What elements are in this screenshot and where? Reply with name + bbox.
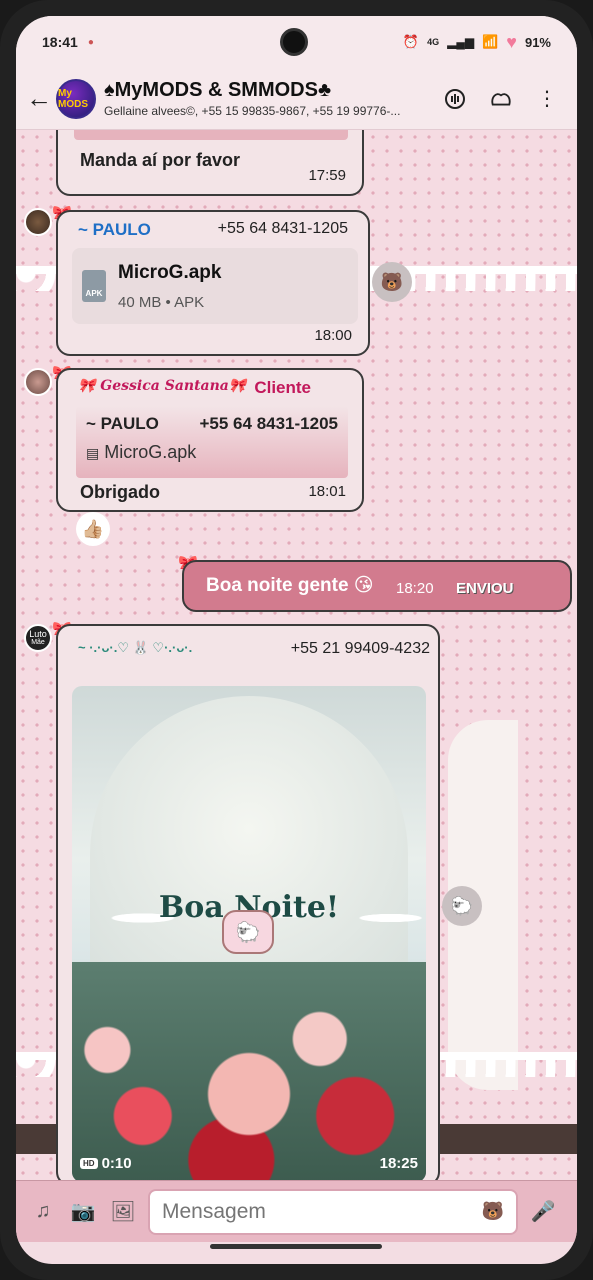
signal-icon: ▂▄▆ — [447, 35, 475, 49]
message-text: Manda aí por favor — [80, 150, 241, 170]
group-members: Gellaine alvees©, +55 15 99835-9867, +55… — [104, 104, 401, 118]
message-field[interactable] — [162, 1199, 482, 1224]
quote-file: ▤ MicroG.apk — [86, 442, 338, 463]
video-thumbnail[interactable]: Boa Noite! 🐑 HD 0:10 18:25 — [72, 686, 426, 1180]
voice-chat-icon[interactable] — [443, 87, 467, 111]
quoted-message[interactable]: ~ PAULO +55 64 8431-1205 ▤ MicroG.apk — [76, 406, 348, 478]
reaction-badge[interactable]: 👍🏼 — [76, 512, 110, 546]
video-roses — [72, 962, 426, 1180]
sender-avatar[interactable]: Luto Mãe — [24, 624, 52, 652]
file-info: MicroG.apk 40 MB • APK — [118, 262, 221, 311]
apk-file-icon: APK — [82, 270, 106, 302]
message-input[interactable]: 🐻 — [148, 1188, 518, 1235]
quote-sender: ~ PAULO — [86, 414, 159, 433]
group-avatar[interactable]: My MODS — [56, 78, 96, 119]
sender-avatar[interactable] — [24, 368, 52, 396]
hd-badge: HD — [80, 1158, 98, 1169]
music-icon[interactable]: ♫ — [28, 1197, 58, 1227]
sticker-icon[interactable] — [489, 87, 513, 111]
message-bubble[interactable]: ~ PAULO +55 64 8431-1205 APK MicroG.apk … — [56, 210, 370, 356]
camera-icon[interactable]: 📷 — [68, 1197, 98, 1227]
group-info[interactable]: ♠MyMODS & SMMODS♣ Gellaine alvees©, +55 … — [104, 79, 422, 118]
sender-phone: +55 64 8431-1205 — [217, 220, 348, 237]
document-icon: ▤ — [86, 445, 100, 461]
quote-phone: +55 64 8431-1205 — [199, 414, 339, 433]
avatar-luto-label: Luto — [29, 629, 47, 639]
bear-decoration-icon: 🐻 — [372, 262, 412, 302]
message-header: 🎀 Gessica Santana🎀 Cliente — [78, 378, 311, 398]
message-header: ~ ·.·ᴗ·.♡ 🐰 ♡·.·ᴗ·. +55 21 99409-4232 — [78, 640, 430, 658]
home-indicator[interactable] — [210, 1244, 382, 1249]
message-bubble[interactable]: Manda aí por favor 17:59 — [56, 130, 364, 196]
sheep-decoration-icon: 🐑 — [442, 886, 482, 926]
sent-tag: ENVIOU — [456, 580, 514, 597]
file-name: MicroG.apk — [118, 261, 222, 283]
front-camera — [280, 28, 308, 56]
message-time: 18:00 — [314, 327, 352, 344]
heart-battery-icon: ♥ — [506, 31, 517, 52]
quote-file-name: MicroG.apk — [104, 442, 197, 462]
video-duration: HD 0:10 — [80, 1155, 132, 1172]
message-text: Obrigado — [80, 482, 160, 502]
battery-level: 91% — [524, 34, 551, 50]
sender-role: Cliente — [254, 378, 311, 397]
sender-name[interactable]: ~ PAULO — [78, 220, 151, 240]
message-time: 17:59 — [308, 167, 346, 184]
back-arrow-icon[interactable]: ← — [26, 83, 52, 114]
group-title: ♠MyMODS & SMMODS♣ — [104, 79, 332, 101]
screen: 18:41 ● ⏰ 4G ▂▄▆ 📶 ♥ 91% ← My MODS ♠MyMO… — [16, 16, 577, 1264]
mic-icon[interactable]: 🎤 — [528, 1197, 558, 1227]
sender-name[interactable]: 🎀 Gessica Santana🎀 — [78, 378, 246, 398]
sender-avatar[interactable] — [24, 208, 52, 236]
sticker-picker-icon[interactable]: 🐻 — [482, 1201, 504, 1222]
duration-text: 0:10 — [101, 1155, 132, 1172]
outgoing-message-bubble[interactable]: Boa noite gente 😘 18:20 ENVIOU — [182, 560, 572, 612]
status-bar: 18:41 ● ⏰ 4G ▂▄▆ 📶 ♥ 91% — [16, 16, 577, 68]
chat-area[interactable]: Manda aí por favor 17:59 🎀 ~ PAULO +55 6… — [16, 130, 577, 1180]
sender-name[interactable]: ~ ·.·ᴗ·.♡ 🐰 ♡·.·ᴗ·. — [78, 640, 192, 658]
file-meta: 40 MB • APK — [118, 293, 205, 311]
chat-header: ← My MODS ♠MyMODS & SMMODS♣ Gellaine alv… — [16, 68, 577, 130]
avatar-mae-label: Mãe — [31, 639, 45, 646]
file-attachment[interactable]: APK MicroG.apk 40 MB • APK — [72, 248, 358, 324]
quoted-snippet — [74, 130, 348, 140]
more-options-icon[interactable]: ⋮ — [535, 87, 559, 111]
sender-phone: +55 21 99409-4232 — [290, 640, 430, 657]
alarm-icon: ⏰ — [402, 34, 420, 49]
message-text: Boa noite gente 😘 — [206, 575, 374, 596]
message-bubble[interactable]: 🎀 Gessica Santana🎀 Cliente ~ PAULO +55 6… — [56, 368, 364, 512]
wifi-icon: 📶 — [482, 34, 499, 49]
message-time: 18:25 — [379, 1155, 418, 1172]
gallery-icon[interactable]: 🖼 — [108, 1197, 138, 1227]
message-time: 18:20 — [396, 580, 434, 597]
message-header: ~ PAULO +55 64 8431-1205 — [78, 220, 348, 240]
notification-icon: ● — [87, 36, 94, 48]
group-avatar-text: My MODS — [58, 87, 88, 110]
input-bar: ♫ 📷 🖼 🐻 🎤 — [16, 1180, 577, 1242]
network-label: 4G — [427, 37, 440, 47]
message-time: 18:01 — [308, 483, 346, 500]
video-message-bubble[interactable]: ~ ·.·ᴗ·.♡ 🐰 ♡·.·ᴗ·. +55 21 99409-4232 Bo… — [56, 624, 440, 1180]
sheep-sticker-icon: 🐑 — [222, 910, 274, 954]
status-time: 18:41 — [42, 34, 78, 50]
